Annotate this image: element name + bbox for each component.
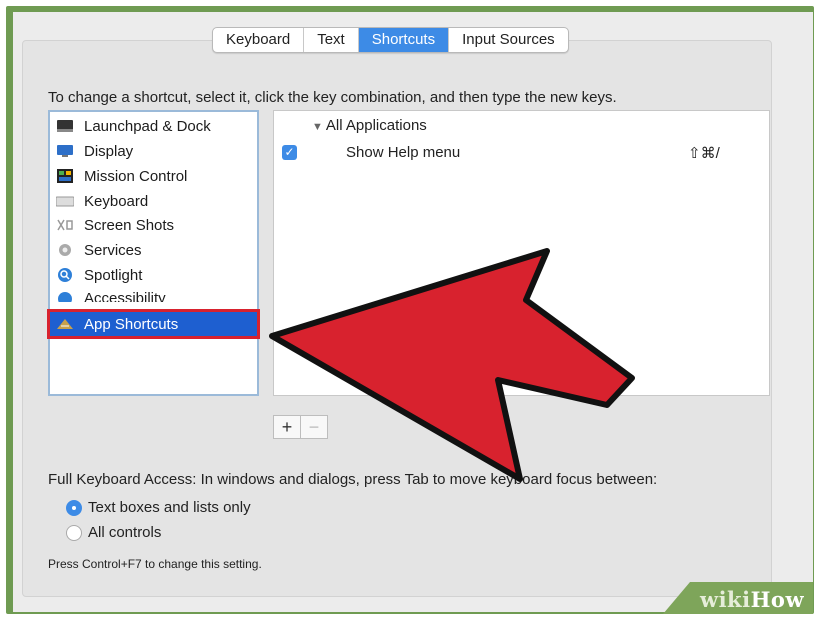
category-label: Launchpad & Dock — [84, 117, 211, 135]
screenshot-icon — [56, 218, 74, 232]
launchpad-dock-icon — [56, 119, 74, 133]
wikihow-logo: wikiHow — [700, 587, 805, 612]
category-label: Screen Shots — [84, 216, 175, 234]
shortcut-label: Show Help menu — [346, 144, 461, 161]
category-label: Display — [84, 142, 134, 160]
radio-button-selected[interactable] — [66, 499, 82, 516]
radio-text-boxes[interactable]: Text boxes and lists only — [66, 499, 251, 516]
shortcut-keys[interactable]: ⇧⌘/ — [688, 144, 720, 162]
category-label: Mission Control — [84, 167, 188, 185]
remove-button[interactable]: − — [301, 416, 327, 438]
category-label: Keyboard — [84, 192, 149, 210]
instructions-text: To change a shortcut, select it, click t… — [48, 89, 617, 106]
category-label: Spotlight — [84, 266, 143, 284]
search-icon — [56, 268, 74, 282]
tab-text[interactable]: Text — [304, 28, 359, 52]
show-help-menu-checkbox[interactable]: ✓ — [282, 145, 297, 160]
app-shortcuts-icon — [56, 317, 74, 331]
add-remove-control: + − — [273, 415, 328, 439]
category-item-mission-control[interactable]: Mission Control — [50, 164, 257, 188]
tree-group-all-applications[interactable]: ▼ All Applications — [312, 117, 427, 134]
radio-label: All controls — [88, 524, 162, 541]
accessibility-icon — [56, 292, 74, 302]
display-icon — [56, 144, 74, 158]
group-label: All Applications — [325, 117, 427, 134]
category-label: Accessibility — [84, 290, 166, 302]
gear-icon — [56, 243, 74, 257]
disclosure-triangle-icon[interactable]: ▼ — [312, 121, 323, 133]
hint-text: Press Control+F7 to change this setting. — [48, 557, 262, 571]
category-item-launchpad-dock[interactable]: Launchpad & Dock — [50, 114, 257, 138]
category-item-screen-shots[interactable]: Screen Shots — [50, 213, 257, 237]
category-label: Services — [84, 241, 142, 259]
radio-label: Text boxes and lists only — [88, 499, 251, 516]
keyboard-icon — [55, 194, 75, 208]
add-button[interactable]: + — [274, 416, 301, 438]
radio-button-unselected[interactable] — [66, 524, 82, 541]
tab-bar: Keyboard Text Shortcuts Input Sources — [212, 27, 569, 53]
category-list[interactable]: Launchpad & Dock Display Mission Control… — [47, 110, 260, 396]
category-item-spotlight[interactable]: Spotlight — [50, 263, 257, 287]
tab-input-sources[interactable]: Input Sources — [449, 28, 568, 52]
category-item-app-shortcuts[interactable]: App Shortcuts — [47, 309, 260, 339]
full-keyboard-access-label: Full Keyboard Access: In windows and dia… — [48, 471, 658, 488]
category-label: App Shortcuts — [84, 315, 179, 333]
tab-shortcuts[interactable]: Shortcuts — [358, 28, 450, 52]
category-item-services[interactable]: Services — [50, 238, 257, 262]
radio-all-controls[interactable]: All controls — [66, 524, 161, 541]
category-item-display[interactable]: Display — [50, 139, 257, 163]
shortcut-list[interactable]: ▼ All Applications ✓ Show Help menu ⇧⌘/ — [273, 110, 770, 396]
category-item-accessibility[interactable]: Accessibility — [50, 288, 257, 302]
mission-control-icon — [56, 169, 74, 183]
category-item-keyboard[interactable]: Keyboard — [50, 189, 257, 213]
tab-keyboard[interactable]: Keyboard — [213, 28, 305, 52]
